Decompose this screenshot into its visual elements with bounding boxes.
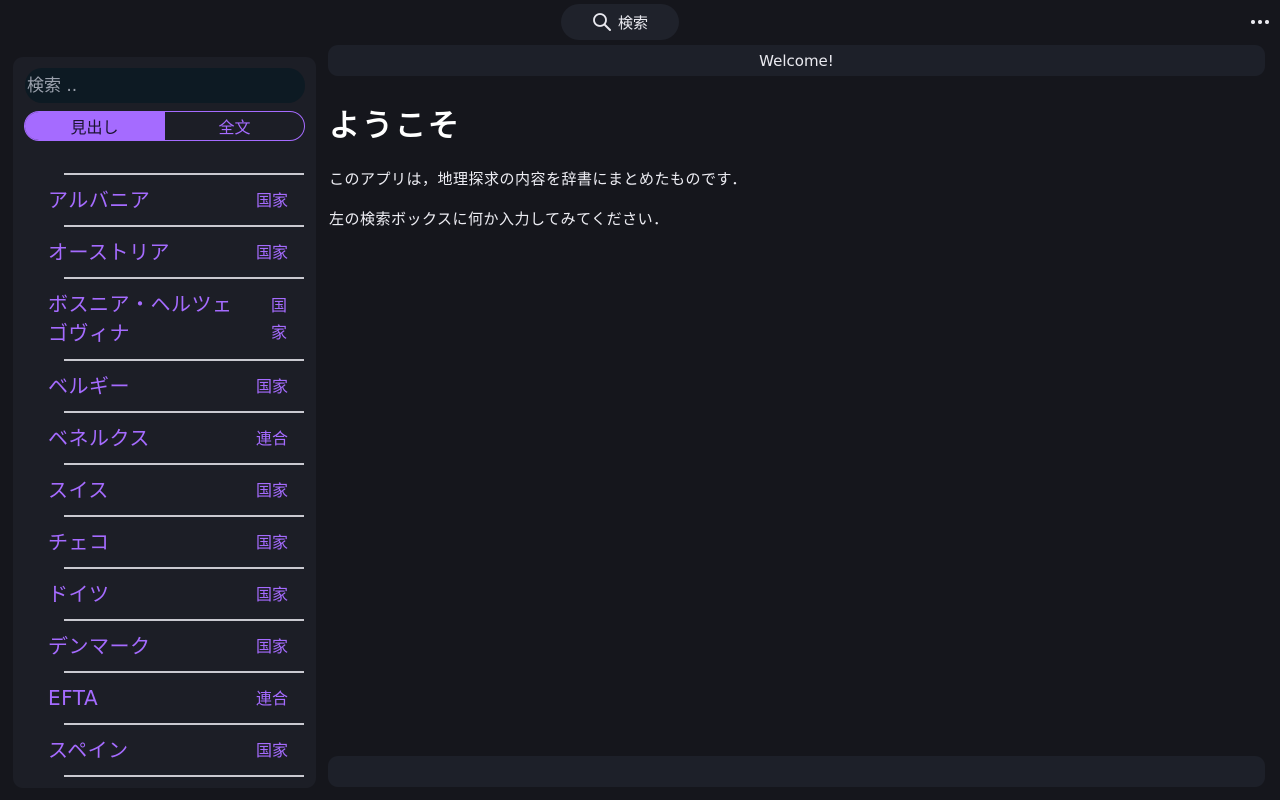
entry-category: 国家 bbox=[255, 376, 288, 396]
entry-category: 国家 bbox=[270, 296, 287, 342]
entry-category: 国家 bbox=[255, 480, 288, 500]
search-mode-toggle: 見出し 全文 bbox=[24, 111, 305, 141]
sidebar: 見出し 全文 アルバニア国家オーストリア国家ボスニア・ヘルツェゴヴィナ国家ベルギ… bbox=[13, 57, 316, 788]
list-item-content: ボスニア・ヘルツェゴヴィナ 国家 bbox=[48, 290, 288, 348]
entry-name: オーストリア bbox=[48, 239, 170, 264]
entry-name: スペイン bbox=[48, 737, 129, 762]
entry-name: ドイツ bbox=[48, 581, 110, 606]
entry-name: ボスニア・ヘルツェゴヴィナ bbox=[48, 292, 233, 345]
page-title: ようこそ bbox=[329, 108, 461, 144]
entry-name: チェコ bbox=[48, 529, 110, 554]
top-bar: 検索 bbox=[0, 0, 1280, 44]
list-item-content: スペイン 国家 bbox=[48, 736, 288, 765]
entry-list: アルバニア 国家 オーストリア 国家 ボスニア・ヘルツェゴヴィナ 国家 ベルギー 国家 ベネルク… bbox=[13, 173, 316, 777]
entry-name: ベネルクス bbox=[48, 425, 150, 450]
entry-category: 国家 bbox=[255, 532, 288, 552]
entry-category: 連合 bbox=[255, 688, 288, 708]
list-item-content: アルバニア 国家 bbox=[48, 186, 288, 215]
mode-fulltext-button[interactable]: 全文 bbox=[164, 112, 304, 140]
list-item[interactable]: EFTA 連合 bbox=[48, 673, 304, 725]
intro-paragraph: このアプリは，地理探求の内容を辞書にまとめたものです． bbox=[329, 170, 747, 188]
list-item[interactable]: スイス 国家 bbox=[48, 465, 304, 517]
more-options-icon[interactable] bbox=[1246, 12, 1274, 32]
list-item[interactable]: オーストリア 国家 bbox=[48, 227, 304, 279]
list-item-content: ベルギー 国家 bbox=[48, 372, 288, 401]
search-button-label: 検索 bbox=[617, 13, 648, 32]
list-item[interactable]: チェコ 国家 bbox=[48, 517, 304, 569]
instruction-paragraph: 左の検索ボックスに何か入力してみてください． bbox=[329, 210, 669, 228]
main-content: ようこそ このアプリは，地理探求の内容を辞書にまとめたものです． 左の検索ボック… bbox=[329, 100, 1249, 249]
entry-name: スイス bbox=[48, 477, 109, 502]
list-item-content: デンマーク 国家 bbox=[48, 632, 288, 661]
list-item[interactable]: スペイン 国家 bbox=[48, 725, 304, 777]
entry-category: 国家 bbox=[255, 190, 288, 210]
list-item[interactable]: ボスニア・ヘルツェゴヴィナ 国家 bbox=[48, 279, 304, 361]
list-item-content: ベネルクス 連合 bbox=[48, 424, 288, 453]
main-header: Welcome! bbox=[328, 45, 1265, 76]
entry-name: EFTA bbox=[48, 685, 99, 710]
list-item-content: オーストリア 国家 bbox=[48, 238, 288, 267]
list-item-content: ドイツ 国家 bbox=[48, 580, 288, 609]
entry-name: デンマーク bbox=[48, 633, 151, 658]
list-item-content: EFTA 連合 bbox=[48, 684, 288, 713]
main-footer bbox=[328, 756, 1265, 787]
search-icon bbox=[593, 13, 611, 31]
mode-headings-button[interactable]: 見出し bbox=[25, 112, 164, 140]
list-item-content: チェコ 国家 bbox=[48, 528, 288, 557]
entry-category: 国家 bbox=[255, 740, 288, 760]
list-item[interactable]: ベルギー 国家 bbox=[48, 361, 304, 413]
list-item[interactable]: アルバニア 国家 bbox=[48, 175, 304, 227]
list-item[interactable]: デンマーク 国家 bbox=[48, 621, 304, 673]
list-item[interactable]: ドイツ 国家 bbox=[48, 569, 304, 621]
entry-category: 国家 bbox=[255, 636, 288, 656]
list-item[interactable]: ベネルクス 連合 bbox=[48, 413, 304, 465]
entry-category: 国家 bbox=[255, 584, 288, 604]
list-item-content: スイス 国家 bbox=[48, 476, 288, 505]
entry-name: ベルギー bbox=[48, 373, 130, 398]
entry-category: 国家 bbox=[255, 242, 288, 262]
sidebar-search-input[interactable] bbox=[25, 68, 305, 103]
entry-name: アルバニア bbox=[48, 187, 151, 212]
search-button[interactable]: 検索 bbox=[561, 4, 679, 40]
entry-category: 連合 bbox=[255, 428, 288, 448]
